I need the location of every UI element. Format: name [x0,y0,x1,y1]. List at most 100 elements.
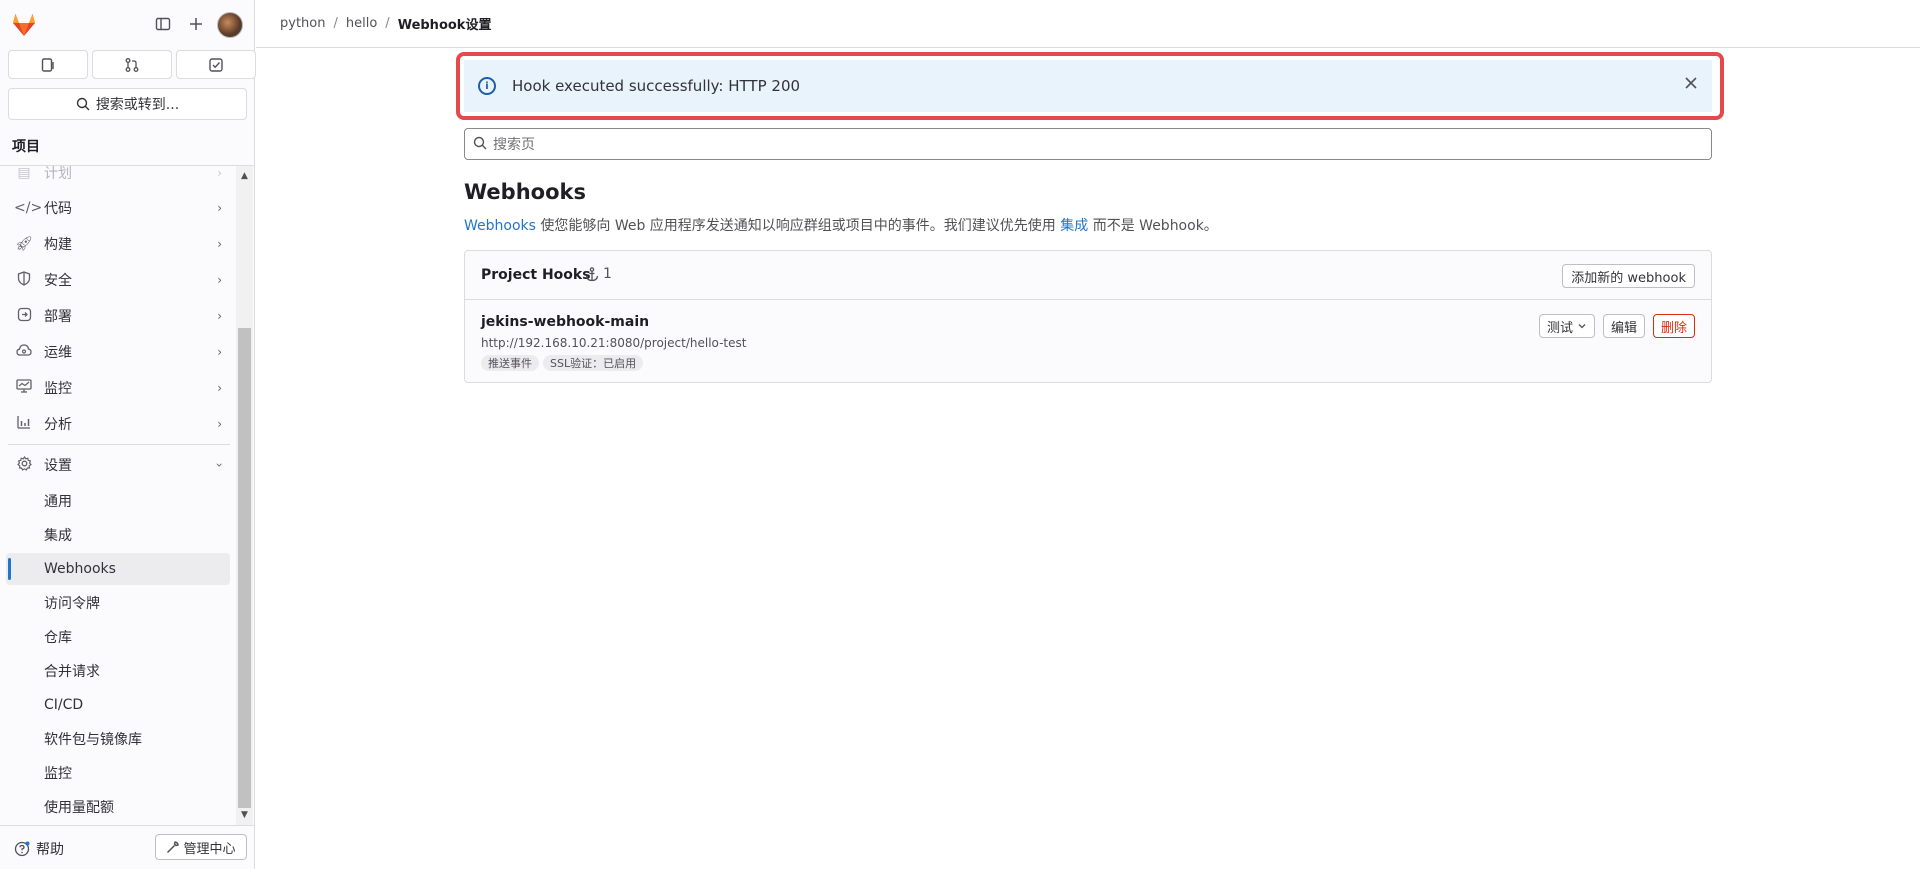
sidebar-item-settings[interactable]: 设置 › [0,448,230,482]
sidebar-item-label: 构建 [44,237,72,253]
help-button[interactable]: 帮助 [14,839,64,859]
chevron-right-icon: › [217,345,222,359]
sidebar-subitem-access-tokens[interactable]: 访问令牌 [6,587,230,619]
admin-area-button[interactable]: 管理中心 [155,834,247,860]
sidebar-nav: ▤ 计划 › </> 代码 › 🚀︎ 构建 › 安全 › 部署 › 运维 › 监… [0,166,236,818]
sidebar-item-label: 部署 [44,309,72,325]
sidebar-item-label: 设置 [44,458,72,474]
breadcrumb-separator: / [333,16,338,31]
avatar[interactable] [217,12,243,38]
admin-label: 管理中心 [183,841,236,857]
sidebar-item-build[interactable]: 🚀︎ 构建 › [0,227,230,261]
breadcrumb: python / hello / Webhook设置 [256,0,1920,48]
sidebar-item-deploy[interactable]: 部署 › [0,299,230,333]
integrations-link[interactable]: 集成 [1060,218,1088,234]
chevron-right-icon: › [217,381,222,395]
todo-button[interactable] [176,50,256,79]
sidebar-subitem-usage-quotas[interactable]: 使用量配额 [6,791,230,818]
sidebar-item-label: 分析 [44,417,72,433]
breadcrumb-item-group[interactable]: python [280,16,325,31]
deploy-icon [14,307,34,326]
merge-requests-button[interactable] [92,50,172,79]
sidebar-item-label: 运维 [44,345,72,361]
sidebar-header [0,0,255,48]
highlight-annotation [456,52,1724,120]
add-webhook-button[interactable]: 添加新的 webhook [1562,264,1695,288]
gitlab-logo-icon[interactable] [10,10,38,38]
page-title: Webhooks [464,180,586,204]
search-icon [76,97,90,111]
sidebar-subitem-packages[interactable]: 软件包与镜像库 [6,723,230,755]
sidebar-footer: 帮助 管理中心 [0,825,255,869]
chevron-right-icon: › [217,417,222,431]
badge-ssl-verification: SSL验证：已启用 [543,355,644,371]
wrench-icon [167,840,180,853]
search-icon [473,136,487,154]
quick-actions [8,50,256,79]
help-label: 帮助 [36,842,64,858]
sidebar-item-label: 监控 [44,381,72,397]
scroll-up-icon[interactable]: ▲ [240,172,249,181]
sidebar-subitem-merge-requests[interactable]: 合并请求 [6,655,230,687]
test-dropdown-button[interactable]: 测试 [1538,314,1595,338]
cloud-icon [14,343,34,361]
gear-icon [14,455,34,475]
hook-actions: 测试 编辑 删除 [1538,314,1695,338]
issues-button[interactable] [8,50,88,79]
delete-button[interactable]: 删除 [1652,314,1695,338]
sidebar-search-button[interactable]: 搜索或转到... [8,88,247,120]
sidebar-toggle-icon[interactable] [151,12,175,36]
sidebar-item-label: 代码 [44,201,72,217]
hook-name: jekins-webhook-main [481,314,650,330]
plus-icon[interactable] [184,12,208,36]
issues-icon [41,57,54,72]
description-text-end: 而不是 Webhook。 [1088,218,1218,234]
sidebar-subitem-monitor[interactable]: 监控 [6,757,230,789]
todo-icon [209,57,223,72]
sidebar-subitem-repository[interactable]: 仓库 [6,621,230,653]
project-hooks-card: Project Hooks 1 添加新的 webhook jekins-webh… [464,250,1712,383]
breadcrumb-separator: / [385,16,390,31]
sidebar-subitem-webhooks[interactable]: Webhooks [6,553,230,585]
chevron-right-icon: › [217,201,222,215]
sidebar-item-label: 安全 [44,273,72,289]
hook-url: http://192.168.10.21:8080/project/hello-… [481,336,747,350]
shield-icon [14,270,34,290]
sidebar-subitem-integrations[interactable]: 集成 [6,519,230,551]
hook-row: jekins-webhook-main http://192.168.10.21… [465,300,1711,382]
breadcrumb-item-current[interactable]: Webhook设置 [398,14,492,33]
chevron-down-icon: › [212,462,227,468]
webhooks-help-link[interactable]: Webhooks [464,218,536,234]
chart-icon [14,415,34,433]
sidebar-item-label: 计划 [44,166,72,182]
plan-icon: ▤ [17,166,31,181]
page-search-input[interactable]: 搜索页 [464,128,1712,160]
chevron-right-icon: › [217,273,222,287]
sidebar-subitem-general[interactable]: 通用 [6,485,230,517]
monitor-icon [14,379,34,397]
rocket-icon: 🚀︎ [15,236,33,252]
description-text: 使您能够向 Web 应用程序发送通知以响应群组或项目中的事件。我们建议优先使用 [535,218,1061,234]
card-header: Project Hooks 1 添加新的 webhook [465,251,1711,300]
edit-button[interactable]: 编辑 [1602,314,1645,338]
page-description: Webhooks 使您能够向 Web 应用程序发送通知以响应群组或项目中的事件。… [464,215,1218,235]
sidebar-item-security[interactable]: 安全 › [0,263,230,297]
card-title: Project Hooks [481,267,591,283]
sidebar-scrollbar[interactable]: ▲ ▼ [236,166,253,825]
anchor-icon [585,266,599,281]
test-label: 测试 [1546,320,1573,336]
code-icon: </> [14,200,43,216]
nav-divider [8,444,230,445]
scrollbar-thumb[interactable] [238,328,251,808]
sidebar-item-operate[interactable]: 运维 › [0,335,230,369]
scroll-down-icon[interactable]: ▼ [240,811,249,820]
sidebar-item-analyze[interactable]: 分析 › [0,407,230,441]
sidebar-item-plan[interactable]: ▤ 计划 › [0,166,230,190]
sidebar-item-monitor[interactable]: 监控 › [0,371,230,405]
chevron-right-icon: › [217,237,222,251]
hook-badges: 推送事件 SSL验证：已启用 [481,355,644,371]
chevron-right-icon: › [217,309,222,323]
sidebar-subitem-cicd[interactable]: CI/CD [6,689,230,721]
breadcrumb-item-project[interactable]: hello [346,16,377,31]
sidebar-item-code[interactable]: </> 代码 › [0,191,230,225]
